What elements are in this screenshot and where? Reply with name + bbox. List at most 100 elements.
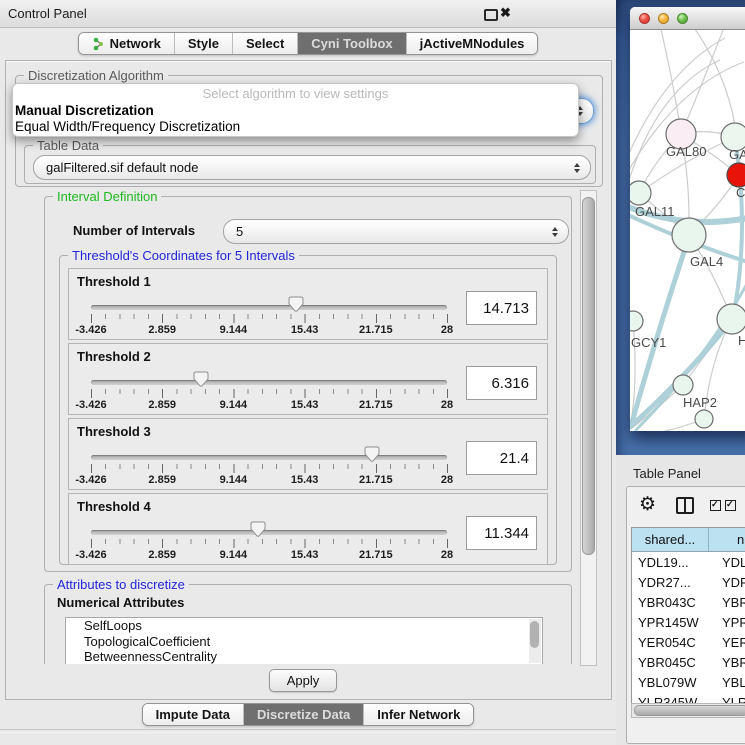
columns-icon[interactable] — [676, 497, 694, 514]
threshold-value-box[interactable]: 21.4 — [466, 441, 537, 475]
table-hscrollbar[interactable] — [631, 703, 745, 718]
threshold-slider[interactable]: -3.4262.8599.14415.4321.71528 — [91, 451, 447, 487]
tab-cyni-toolbox[interactable]: Cyni Toolbox — [297, 33, 405, 54]
minimize-traffic-light-icon[interactable] — [658, 13, 669, 24]
dropdown-option-equal-width[interactable]: Equal Width/Frequency Discretization — [13, 119, 578, 135]
interval-definition-group: Interval Definition Number of Intervals … — [44, 196, 572, 572]
slider-scale-label: 9.144 — [220, 549, 248, 561]
network-canvas[interactable]: GAL80 GA C GAL11 GAL4 GCY1 H HAP2 — [630, 30, 745, 431]
slider-scale-label: 28 — [441, 324, 453, 336]
node-gcy1[interactable] — [630, 311, 643, 331]
column-header-name[interactable]: n... — [709, 528, 745, 551]
threshold-label: Threshold 2 — [77, 349, 151, 364]
close-traffic-light-icon[interactable] — [639, 13, 650, 24]
table-row[interactable]: YDR27... YDR2 — [632, 572, 745, 592]
node-label: GAL80 — [666, 144, 706, 159]
slider-thumb[interactable] — [288, 296, 304, 313]
table-row[interactable]: YBL079W YBL0 — [632, 672, 745, 692]
settings-scroll-area: Interval Definition Number of Intervals … — [22, 190, 578, 664]
tab-network[interactable]: Network — [79, 33, 174, 54]
slider-ticks — [91, 314, 448, 323]
group-title: Table Data — [33, 138, 103, 153]
slider-thumb[interactable] — [364, 446, 380, 463]
panel-scrollbar[interactable] — [580, 190, 597, 666]
tab-select[interactable]: Select — [232, 33, 297, 54]
threshold-slider[interactable]: -3.4262.8599.14415.4321.71528 — [91, 376, 447, 412]
attribute-list-item[interactable]: SelfLoops — [66, 618, 542, 634]
threshold-slider[interactable]: -3.4262.8599.14415.4321.71528 — [91, 301, 447, 337]
dropdown-option-manual[interactable]: Manual Discretization — [13, 102, 578, 119]
table-row[interactable]: YBR045C YBR0 — [632, 652, 745, 672]
threshold-value-box[interactable]: 14.713 — [466, 291, 537, 325]
slider-scale-label: 28 — [441, 399, 453, 411]
threshold-label: Threshold 1 — [77, 274, 151, 289]
attribute-list-item[interactable]: TopologicalCoefficient — [66, 634, 542, 650]
slider-track[interactable] — [91, 305, 447, 310]
group-title: Attributes to discretize — [53, 577, 189, 592]
slider-scale: -3.4262.8599.14415.4321.71528 — [91, 549, 447, 561]
node-gal4[interactable] — [672, 218, 706, 252]
slider-thumb[interactable] — [193, 371, 209, 388]
tab-label: Network — [110, 36, 161, 51]
zoom-traffic-light-icon[interactable] — [677, 13, 688, 24]
slider-scale-label: 15.43 — [291, 474, 319, 486]
table-row[interactable]: YPR145W YPR1 — [632, 612, 745, 632]
slider-scale: -3.4262.8599.14415.4321.71528 — [91, 474, 447, 486]
scrollbar-thumb[interactable] — [634, 705, 745, 716]
table-header: shared... n... — [632, 528, 745, 552]
list-scrollbar[interactable] — [529, 619, 541, 663]
slider-scale-label: -3.426 — [75, 399, 106, 411]
dropdown-hint: Select algorithm to view settings — [13, 86, 578, 102]
network-view-window: GAL80 GA C GAL11 GAL4 GCY1 H HAP2 — [630, 7, 745, 431]
tab-impute-data[interactable]: Impute Data — [143, 704, 243, 725]
group-title: Threshold's Coordinates for 5 Intervals — [68, 248, 299, 263]
threshold-slider[interactable]: -3.4262.8599.14415.4321.71528 — [91, 526, 447, 562]
tab-infer-network[interactable]: Infer Network — [363, 704, 473, 725]
node-hap2[interactable] — [673, 375, 693, 395]
node-label: HAP2 — [683, 395, 717, 410]
tab-jactivemnodules[interactable]: jActiveMNodules — [406, 33, 538, 54]
tab-style[interactable]: Style — [174, 33, 232, 54]
slider-scale-label: 28 — [441, 474, 453, 486]
number-of-intervals-combo[interactable]: 5 — [223, 219, 569, 244]
close-icon[interactable]: ✖ — [500, 5, 511, 21]
tab-discretize-data[interactable]: Discretize Data — [243, 704, 363, 725]
node-gal11[interactable] — [630, 181, 651, 205]
threshold-label: Threshold 4 — [77, 499, 151, 514]
table-row[interactable]: YBR043C YBR0 — [632, 592, 745, 612]
numerical-attributes-list[interactable]: SelfLoopsTopologicalCoefficientBetweenne… — [65, 617, 543, 664]
threshold-value-box[interactable]: 11.344 — [466, 516, 537, 550]
table-data-value: galFiltered.sif default node — [46, 160, 198, 175]
slider-scale-label: 9.144 — [220, 324, 248, 336]
attributes-group: Attributes to discretize Numerical Attri… — [44, 584, 572, 664]
attribute-list-item[interactable]: BetweennessCentrality — [66, 649, 542, 664]
slider-scale: -3.4262.8599.14415.4321.71528 — [91, 399, 447, 411]
table-data-combo[interactable]: galFiltered.sif default node — [33, 155, 591, 180]
slider-thumb[interactable] — [250, 521, 266, 538]
slider-track[interactable] — [91, 455, 447, 460]
scrollbar-thumb[interactable] — [530, 621, 539, 648]
gear-icon[interactable]: ⚙ — [639, 487, 656, 523]
checkbox-icon[interactable]: ✓ — [710, 500, 721, 511]
node-bottom[interactable] — [695, 410, 713, 428]
desktop-background: GAL80 GA C GAL11 GAL4 GCY1 H HAP2 — [616, 0, 745, 455]
node-h[interactable] — [717, 304, 745, 334]
threshold-panel: Threshold 2 -3.4262.8599.14415.4321.7152… — [68, 343, 548, 415]
panel-title: Control Panel — [8, 6, 87, 21]
number-of-intervals-label: Number of Intervals — [73, 223, 195, 238]
table-row[interactable]: YER054C YER0 — [632, 632, 745, 652]
float-window-icon[interactable] — [484, 9, 498, 21]
slider-track[interactable] — [91, 380, 447, 385]
checkbox-icon[interactable]: ✓ — [725, 500, 736, 511]
apply-button[interactable]: Apply — [269, 669, 337, 692]
combo-arrows-icon — [574, 163, 580, 173]
slider-scale: -3.4262.8599.14415.4321.71528 — [91, 324, 447, 336]
slider-track[interactable] — [91, 530, 447, 535]
slider-scale-label: 15.43 — [291, 399, 319, 411]
node-red-selected[interactable] — [727, 163, 745, 187]
threshold-value-box[interactable]: 6.316 — [466, 366, 537, 400]
scrollbar-thumb[interactable] — [582, 197, 595, 555]
column-header-shared[interactable]: shared... — [632, 528, 709, 551]
slider-scale-label: 21.715 — [359, 474, 393, 486]
table-row[interactable]: YDL19... YDL1 — [632, 552, 745, 572]
